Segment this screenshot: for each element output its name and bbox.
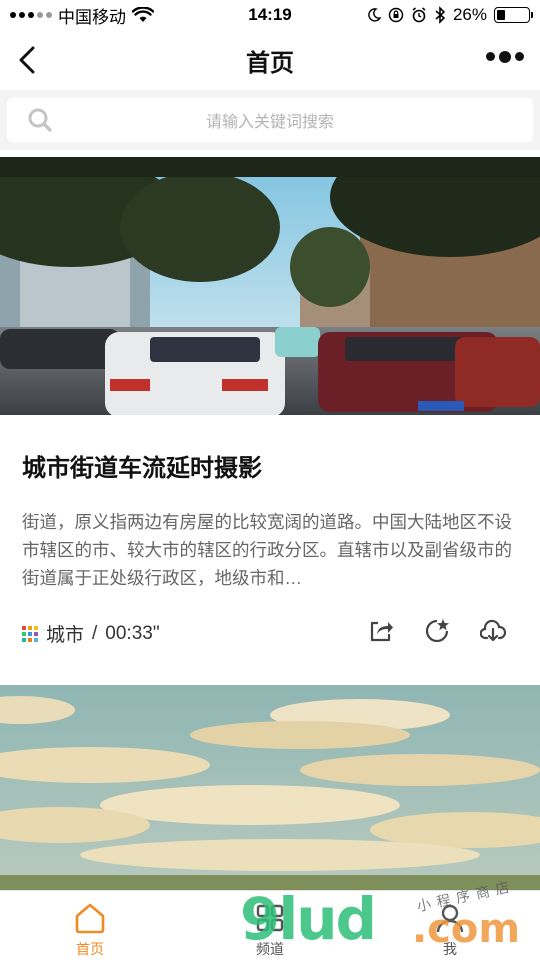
battery-fill: [497, 10, 505, 20]
video-thumbnail-2[interactable]: [0, 685, 540, 890]
category-label[interactable]: 城市: [46, 620, 84, 647]
alarm-icon: [412, 7, 426, 23]
user-icon: [436, 904, 464, 933]
wifi-icon: [132, 7, 154, 22]
signal-icon: [10, 12, 52, 18]
status-right: 26%: [367, 5, 533, 25]
more-dot-icon: [499, 50, 511, 63]
sky-clouds-image: [0, 685, 540, 890]
channel-grid-icon: [256, 904, 284, 932]
more-button[interactable]: [486, 50, 524, 63]
favorite-icon[interactable]: [424, 618, 450, 644]
tab-home-label: 首页: [76, 941, 104, 957]
video-description: 街道，原义指两边有房屋的比较宽阔的道路。中国大陆地区不设市辖区的市、较大市的辖区…: [22, 512, 512, 588]
status-time: 14:19: [248, 5, 292, 24]
search-bar: 请输入关键词搜索: [0, 90, 540, 150]
video-meta: 城市 / 00:33": [22, 620, 160, 647]
category-grid-icon: [22, 625, 38, 642]
search-input[interactable]: 请输入关键词搜索: [7, 98, 533, 142]
card-actions: [368, 618, 506, 644]
tab-me[interactable]: 我: [360, 891, 540, 960]
page-title: 首页: [246, 49, 294, 77]
status-left: 中国移动: [10, 3, 154, 28]
chevron-left-icon: [19, 46, 35, 74]
more-dot-icon: [486, 52, 495, 61]
tab-home[interactable]: 首页: [0, 891, 180, 960]
city-street-image: [0, 157, 540, 415]
tab-channel-label: 频道: [256, 941, 284, 957]
meta-separator: /: [92, 622, 98, 644]
back-button[interactable]: [12, 44, 42, 76]
video-thumbnail[interactable]: [0, 157, 540, 415]
share-icon[interactable]: [368, 618, 394, 644]
battery-percent: 26%: [452, 5, 487, 24]
home-icon: [75, 903, 105, 934]
tab-me-label: 我: [443, 941, 457, 957]
search-placeholder: 请输入关键词搜索: [205, 114, 334, 131]
tab-bar: 首页 频道 我: [0, 890, 540, 960]
moon-icon: [368, 8, 381, 22]
status-bar: 中国移动 14:19 26%: [0, 0, 540, 30]
duration-label: 00:33": [105, 622, 160, 644]
carrier-label: 中国移动: [58, 7, 126, 27]
battery-icon: [494, 7, 533, 23]
video-title[interactable]: 城市街道车流延时摄影: [22, 448, 262, 483]
rotation-lock-icon: [388, 7, 404, 23]
search-icon: [28, 108, 52, 132]
bluetooth-icon: [435, 6, 446, 24]
tab-channel[interactable]: 频道: [180, 891, 360, 960]
download-icon[interactable]: [480, 618, 506, 644]
navigation-bar: 首页: [0, 30, 540, 90]
more-dot-icon: [515, 52, 524, 61]
